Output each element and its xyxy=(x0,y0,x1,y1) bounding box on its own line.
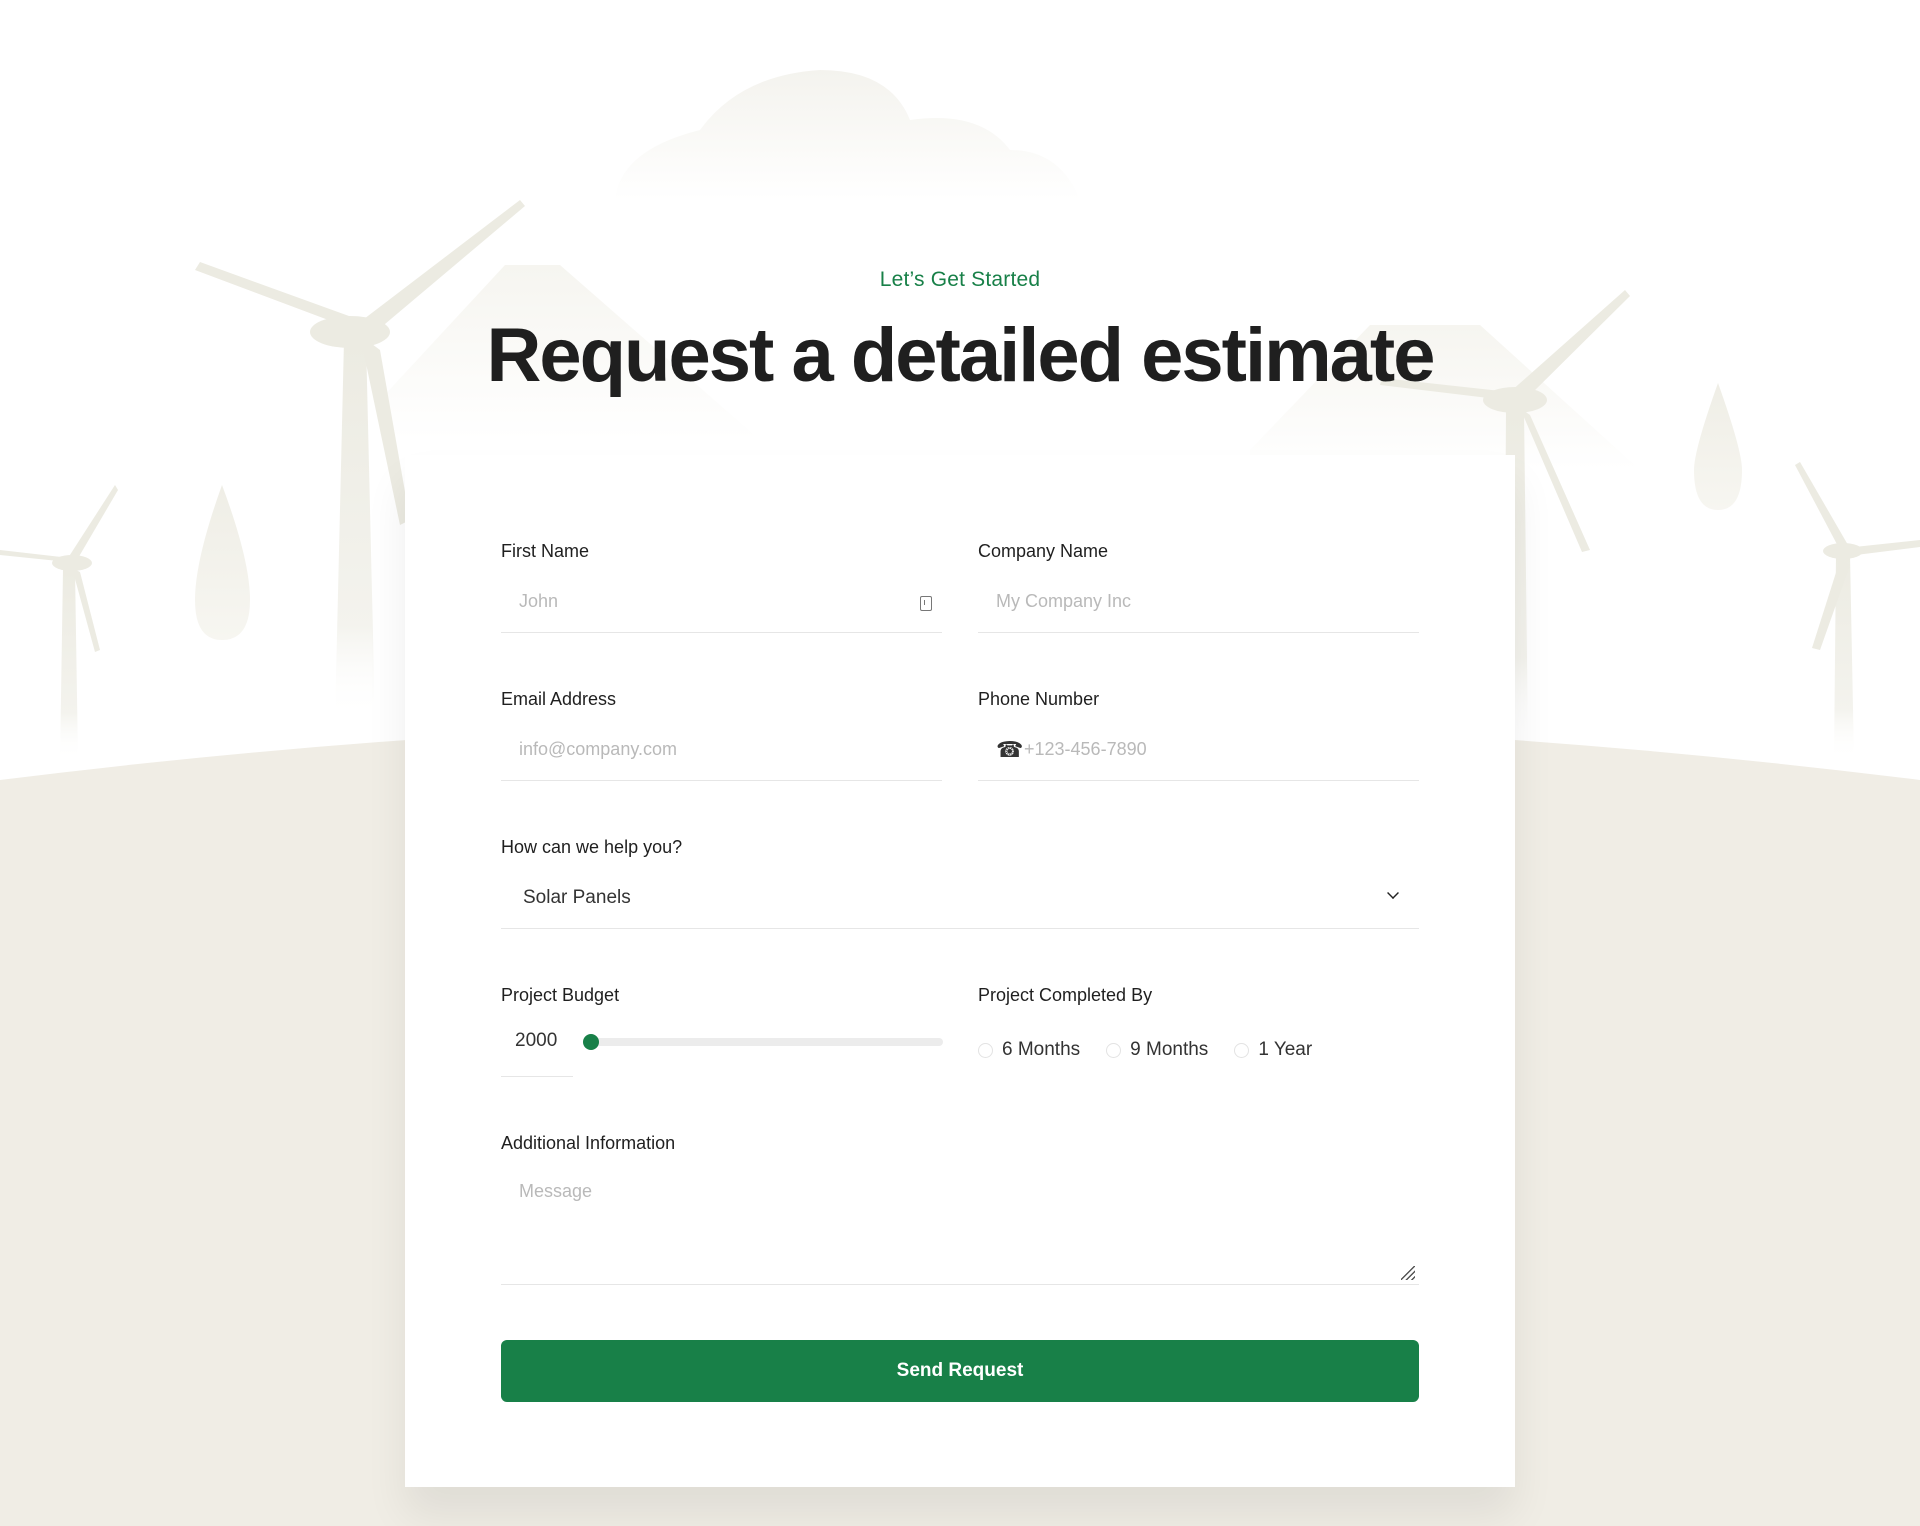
budget-slider-track[interactable] xyxy=(583,1034,943,1050)
budget-control: 2000 xyxy=(501,1015,943,1077)
help-label: How can we help you? xyxy=(501,837,683,857)
phone-field: Phone Number ☎ xyxy=(978,689,1419,781)
message-textarea[interactable] xyxy=(501,1163,1419,1284)
completion-label: Project Completed By xyxy=(978,985,1153,1005)
budget-value[interactable]: 2000 xyxy=(501,1015,573,1077)
radio-6-months[interactable]: 6 Months xyxy=(978,1039,1080,1061)
email-input[interactable] xyxy=(501,719,942,780)
contact-card-icon[interactable] xyxy=(920,596,932,611)
resize-handle-icon[interactable] xyxy=(1401,1266,1415,1280)
chevron-down-icon xyxy=(1387,887,1399,899)
company-name-input[interactable] xyxy=(978,571,1419,632)
radio-button[interactable] xyxy=(978,1042,993,1058)
radio-button[interactable] xyxy=(1234,1042,1250,1058)
company-name-label: Company Name xyxy=(978,541,1109,561)
page: Let’s Get Started Request a detailed est… xyxy=(0,0,1920,1526)
send-request-button[interactable]: Send Request xyxy=(501,1340,1419,1402)
completion-radio-group: 6 Months 9 Months 1 Year xyxy=(978,1039,1312,1061)
water-drop-right xyxy=(1694,383,1742,510)
email-input-wrapper xyxy=(501,719,942,781)
company-name-input-wrapper xyxy=(978,571,1419,633)
eyebrow-text: Let’s Get Started xyxy=(879,268,1041,291)
help-select[interactable]: Solar Panels xyxy=(501,867,1419,929)
first-name-input-wrapper xyxy=(501,571,942,633)
first-name-field: First Name xyxy=(501,541,942,633)
phone-label: Phone Number xyxy=(978,689,1100,709)
phone-input-wrapper: ☎ xyxy=(978,719,1419,781)
budget-slider-thumb[interactable] xyxy=(583,1034,599,1050)
first-name-label: First Name xyxy=(501,541,590,561)
radio-9-months[interactable]: 9 Months xyxy=(1106,1039,1208,1061)
help-field: How can we help you? Solar Panels xyxy=(501,837,1419,929)
message-textarea-wrapper xyxy=(501,1163,1419,1285)
radio-label: 1 Year xyxy=(1258,1039,1313,1060)
additional-info-field: Additional Information xyxy=(501,1133,1419,1285)
cloud-shape xyxy=(615,70,1080,200)
radio-label: 6 Months xyxy=(1002,1039,1081,1060)
radio-button[interactable] xyxy=(1106,1042,1122,1058)
page-title: Request a detailed estimate xyxy=(486,313,1435,398)
wind-turbine-small-left xyxy=(0,485,118,760)
estimate-form-card: First Name Company Name Email Address Ph… xyxy=(405,455,1515,1487)
budget-label: Project Budget xyxy=(501,985,620,1005)
water-drop-left xyxy=(195,485,250,640)
budget-field: Project Budget 2000 xyxy=(501,985,943,1077)
help-selected-value: Solar Panels xyxy=(523,887,631,908)
first-name-input[interactable] xyxy=(501,571,942,632)
wind-turbine-small-right xyxy=(1795,462,1920,760)
email-field: Email Address xyxy=(501,689,942,781)
telephone-icon: ☎ xyxy=(996,737,1024,762)
radio-label: 9 Months xyxy=(1130,1039,1209,1060)
additional-info-label: Additional Information xyxy=(501,1133,676,1153)
email-label: Email Address xyxy=(501,689,617,709)
radio-1-year[interactable]: 1 Year xyxy=(1234,1039,1312,1061)
phone-input[interactable] xyxy=(978,719,1419,780)
completion-field: Project Completed By 6 Months 9 Months 1… xyxy=(978,985,1419,1060)
company-name-field: Company Name xyxy=(978,541,1419,633)
